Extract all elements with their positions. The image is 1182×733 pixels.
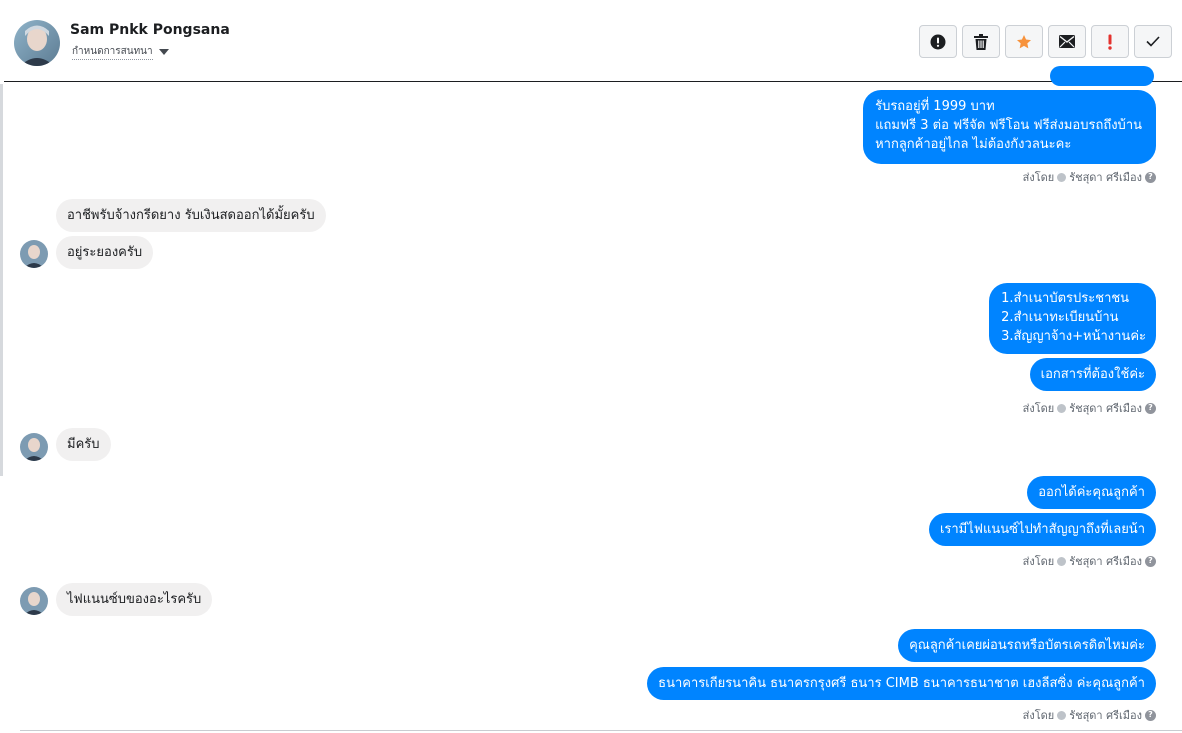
message-line: รับรถอยู่ที่ 1999 บาท [875, 99, 995, 114]
scroll-edge [0, 84, 3, 476]
sent-check-icon [1057, 403, 1067, 413]
assign-conversation-dropdown[interactable]: กำหนดการสนทนา [72, 44, 169, 60]
sender-name: รัชสุดา ศรีเมือง [1069, 402, 1142, 415]
sent-by-status: ส่งโดย รัชสุดา ศรีเมือง ? [1023, 706, 1156, 724]
contact-avatar-small [20, 240, 48, 268]
message-bubble-outgoing: รับรถอยู่ที่ 1999 บาท แถมฟรี 3 ต่อ ฟรีจั… [863, 90, 1156, 164]
sent-by-label: ส่งโดย [1022, 402, 1055, 415]
info-button[interactable] [919, 25, 957, 58]
message-line: แถมฟรี 3 ต่อ ฟรีจัด ฟรีโอน ฟรีส่งมอบรถถึ… [875, 118, 1142, 133]
sender-name: รัชสุดา ศรีเมือง [1069, 709, 1142, 722]
trash-icon [974, 33, 988, 50]
contact-avatar-small [20, 433, 48, 461]
star-button[interactable] [1005, 25, 1043, 58]
message-bubble-outgoing: เรามีไฟแนนซ์ไปทำสัญญาถึงที่เลยน้า [928, 513, 1156, 546]
message-line: 3.สัญญาจ้าง+หน้างานค่ะ [1001, 329, 1146, 344]
sent-by-label: ส่งโดย [1022, 709, 1055, 722]
message-bubble-outgoing: เอกสารที่ต้องใช้ค่ะ [1029, 358, 1156, 391]
checkmark-icon [1146, 36, 1160, 47]
delete-button[interactable] [962, 25, 1000, 58]
sent-by-label: ส่งโดย [1022, 171, 1055, 184]
contact-avatar[interactable] [14, 20, 60, 66]
done-button[interactable] [1134, 25, 1172, 58]
message-line: 2.สำเนาทะเบียนบ้าน [1001, 310, 1119, 325]
sent-by-label: ส่งโดย [1022, 555, 1055, 568]
sent-check-icon [1057, 556, 1067, 566]
help-icon[interactable]: ? [1145, 402, 1156, 414]
sent-by-status: ส่งโดย รัชสุดา ศรีเมือง ? [1023, 168, 1156, 186]
assign-label: กำหนดการสนทนา [72, 44, 153, 60]
message-bubble-outgoing: 1.สำเนาบัตรประชาชน 2.สำเนาทะเบียนบ้าน 3.… [989, 283, 1156, 354]
message-bubble-outgoing: คุณลูกค้าเคยผ่อนรถหรือบัตรเครดิตไหมค่ะ [898, 629, 1156, 662]
message-bubble-outgoing: ธนาคารเกียรนาคิน ธนาครกรุงศรี ธนาร CIMB … [647, 667, 1156, 700]
chevron-down-icon [158, 49, 169, 55]
conversation-panel: Sam Pnkk Pongsana กำหนดการสนทนา รับรถอยู… [0, 0, 1182, 733]
mark-unread-button[interactable] [1048, 25, 1086, 58]
conversation-header: Sam Pnkk Pongsana กำหนดการสนทนา [4, 4, 1182, 82]
alert-circle-icon [930, 34, 946, 49]
sender-name: รัชสุดา ศรีเมือง [1069, 171, 1142, 184]
message-bubble-outgoing: ออกได้ค่ะคุณลูกค้า [1027, 476, 1156, 509]
help-icon[interactable]: ? [1145, 555, 1156, 567]
sent-by-status: ส่งโดย รัชสุดา ศรีเมือง ? [1023, 399, 1156, 417]
exclamation-icon [1108, 34, 1112, 50]
envelope-icon [1059, 35, 1075, 48]
message-bubble-incoming: ไฟแนนซ์บของอะไรครับ [56, 583, 213, 616]
divider [20, 730, 1182, 731]
message-bubble-incoming: อาชีพรับจ้างกรีดยาง รับเงินสดออกได้มั้ยค… [56, 199, 326, 232]
sent-by-status: ส่งโดย รัชสุดา ศรีเมือง ? [1023, 552, 1156, 570]
action-toolbar [919, 25, 1172, 58]
message-line: หากลูกค้าอยู่ไกล ไม่ต้องกังวลนะคะ [875, 137, 1072, 152]
contact-avatar-small [20, 587, 48, 615]
message-bubble-incoming: อยู่ระยองครับ [56, 236, 154, 269]
help-icon[interactable]: ? [1145, 709, 1156, 721]
sent-check-icon [1057, 172, 1067, 182]
spam-button[interactable] [1091, 25, 1129, 58]
message-line: 1.สำเนาบัตรประชาชน [1001, 291, 1130, 306]
contact-name: Sam Pnkk Pongsana [70, 22, 230, 38]
message-bubble-incoming: มีครับ [56, 428, 111, 461]
sent-check-icon [1057, 710, 1067, 720]
sender-name: รัชสุดา ศรีเมือง [1069, 555, 1142, 568]
message-bubble-partial [1050, 66, 1154, 86]
star-icon [1017, 34, 1031, 48]
help-icon[interactable]: ? [1145, 171, 1156, 183]
